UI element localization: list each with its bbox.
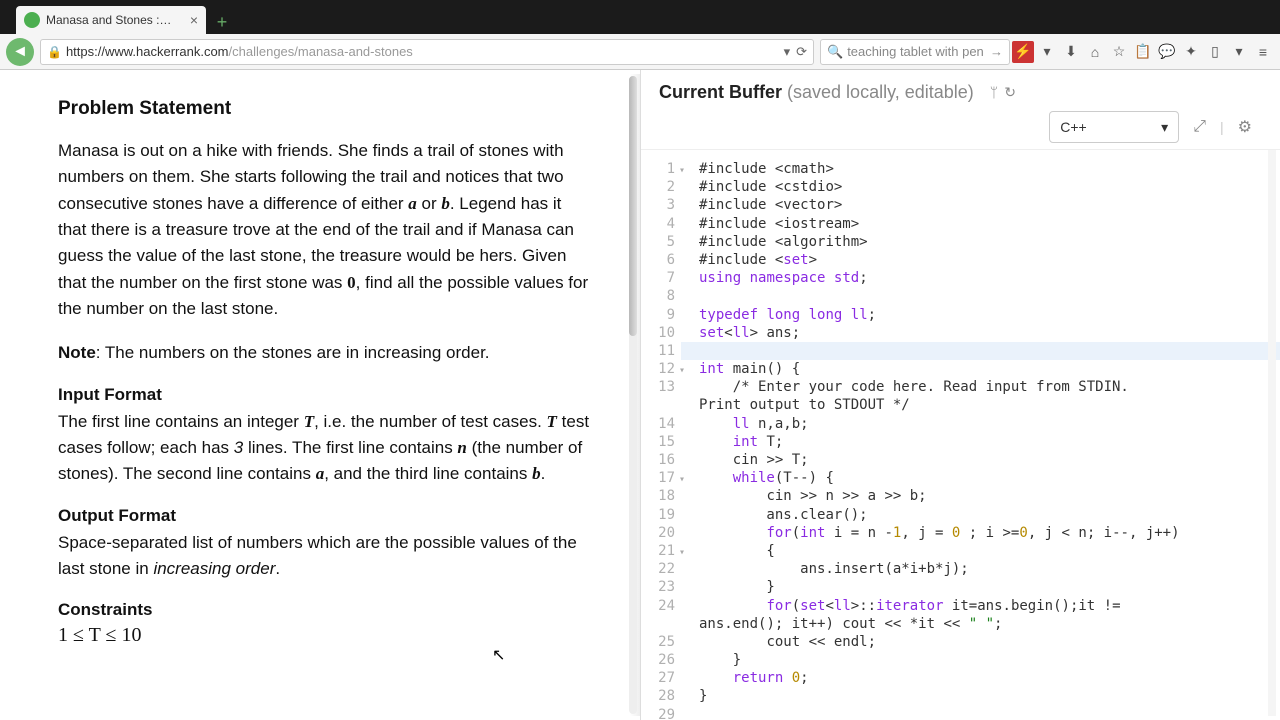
- input-format-text: The first line contains an integer T, i.…: [58, 409, 592, 488]
- back-button[interactable]: ◄: [6, 38, 34, 66]
- favicon-icon: [24, 12, 40, 28]
- lock-icon: 🔒: [47, 45, 62, 59]
- problem-heading: Problem Statement: [58, 98, 592, 120]
- content-area: Problem Statement Manasa is out on a hik…: [0, 70, 1280, 720]
- reload-icon[interactable]: ⟳: [796, 44, 807, 60]
- output-format-text: Space-separated list of numbers which ar…: [58, 530, 592, 583]
- url-bar[interactable]: 🔒 https://www.hackerrank.com/challenges/…: [40, 39, 814, 65]
- search-go-icon[interactable]: →: [990, 44, 1003, 59]
- url-path: /challenges/manasa-and-stones: [229, 44, 413, 59]
- buffer-title: Current Buffer (saved locally, editable)…: [659, 82, 1262, 103]
- home-icon[interactable]: ⌂: [1084, 41, 1106, 63]
- output-format-heading: Output Format: [58, 506, 592, 526]
- language-label: C++: [1060, 119, 1086, 135]
- puzzle-icon[interactable]: ✦: [1180, 41, 1202, 63]
- problem-pane: Problem Statement Manasa is out on a hik…: [0, 70, 640, 720]
- chevron-down-icon: ▾: [1161, 119, 1168, 136]
- constraint-line-1: 1 ≤ T ≤ 10: [58, 624, 592, 647]
- code-body[interactable]: #include <cmath>#include <cstdio>#includ…: [681, 160, 1280, 720]
- dropdown-icon[interactable]: ▾: [784, 44, 791, 60]
- browser-tab[interactable]: Manasa and Stones :… ×: [16, 6, 206, 34]
- language-select[interactable]: C++ ▾: [1049, 111, 1179, 143]
- problem-paragraph-1: Manasa is out on a hike with friends. Sh…: [58, 138, 592, 322]
- toolbar: ◄ 🔒 https://www.hackerrank.com/challenge…: [0, 34, 1280, 70]
- scrollbar-track[interactable]: [629, 76, 637, 714]
- tab-close-icon[interactable]: ×: [190, 12, 198, 28]
- bookmark-icon[interactable]: ☆: [1108, 41, 1130, 63]
- tab-title: Manasa and Stones :…: [46, 13, 186, 27]
- device-icon[interactable]: ▯: [1204, 41, 1226, 63]
- line-gutter: 1▾23456789101112▾13 14151617▾18192021▾22…: [641, 160, 681, 720]
- input-format-heading: Input Format: [58, 385, 592, 405]
- url-domain: https://www.hackerrank.com: [66, 44, 229, 59]
- code-editor[interactable]: 1▾23456789101112▾13 14151617▾18192021▾22…: [641, 149, 1280, 720]
- dropdown-icon-3[interactable]: ▾: [1228, 41, 1250, 63]
- search-icon: 🔍: [827, 44, 843, 60]
- editor-scrollbar[interactable]: [1268, 150, 1276, 716]
- problem-note: Note: The numbers on the stones are in i…: [58, 340, 592, 366]
- search-bar[interactable]: 🔍 teaching tablet with pen →: [820, 39, 1010, 65]
- flash-icon[interactable]: ⚡: [1012, 41, 1034, 63]
- new-tab-button[interactable]: +: [210, 10, 234, 34]
- gear-icon[interactable]: ⚙: [1238, 117, 1252, 137]
- scrollbar-thumb[interactable]: [629, 76, 637, 336]
- editor-pane: Current Buffer (saved locally, editable)…: [640, 70, 1280, 720]
- history-icon[interactable]: ↻: [1004, 84, 1016, 101]
- search-text: teaching tablet with pen: [847, 44, 984, 59]
- dropdown-icon-2[interactable]: ▾: [1036, 41, 1058, 63]
- clipboard-icon[interactable]: 📋: [1132, 41, 1154, 63]
- tab-strip: Manasa and Stones :… × +: [0, 0, 1280, 34]
- constraints-heading: Constraints: [58, 600, 592, 620]
- fullscreen-icon[interactable]: ⤢: [1193, 118, 1206, 136]
- chat-icon[interactable]: 💬: [1156, 41, 1178, 63]
- downloads-icon[interactable]: ⬇: [1060, 41, 1082, 63]
- branch-icon[interactable]: ᛘ: [990, 84, 998, 101]
- menu-icon[interactable]: ≡: [1252, 41, 1274, 63]
- buffer-header: Current Buffer (saved locally, editable)…: [641, 70, 1280, 143]
